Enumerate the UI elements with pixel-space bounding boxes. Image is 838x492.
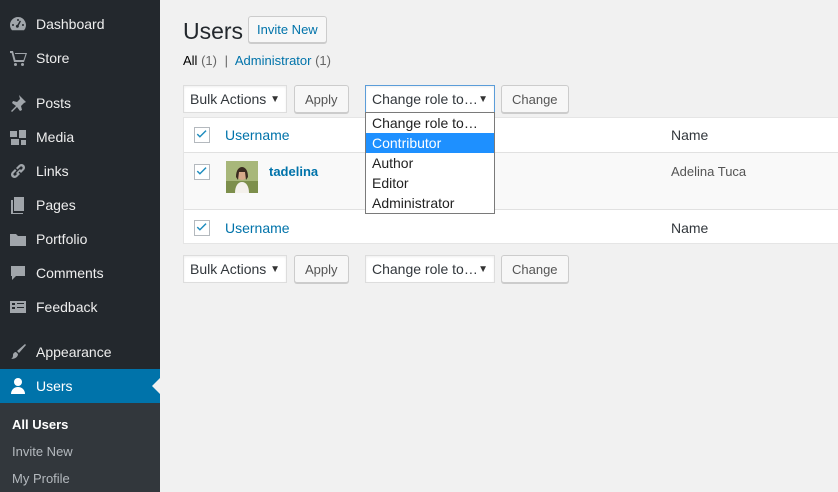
- name-column-footer: Name: [671, 220, 709, 236]
- row-checkbox[interactable]: [194, 164, 210, 180]
- apply-button-top[interactable]: Apply: [294, 85, 349, 113]
- select-all-checkbox[interactable]: [194, 127, 210, 143]
- username-column-header[interactable]: Username: [225, 127, 290, 143]
- media-icon: [0, 127, 36, 147]
- sidebar-item-media[interactable]: Media: [0, 120, 160, 154]
- sidebar-item-label: Posts: [36, 95, 72, 111]
- submenu-my-profile[interactable]: My Profile: [12, 471, 70, 486]
- sidebar-item-label: Users: [36, 378, 73, 394]
- sidebar-item-appearance[interactable]: Appearance: [0, 335, 160, 369]
- users-table: Username Name tadelina Adelina Tuca User…: [183, 117, 838, 244]
- sidebar-item-label: Pages: [36, 197, 76, 213]
- bulk-actions-select-bottom[interactable]: Bulk Actions ▼: [183, 255, 287, 283]
- cart-icon: [0, 48, 36, 68]
- invite-new-button[interactable]: Invite New: [248, 16, 327, 43]
- sidebar-item-label: Comments: [36, 265, 104, 281]
- submenu-invite-new[interactable]: Invite New: [12, 444, 73, 459]
- sidebar-item-store[interactable]: Store: [0, 41, 160, 75]
- sidebar-item-links[interactable]: Links: [0, 154, 160, 188]
- sidebar-item-label: Portfolio: [36, 231, 88, 247]
- sidebar-item-label: Appearance: [36, 344, 112, 360]
- change-role-select-top[interactable]: Change role to… ▼: [365, 85, 495, 113]
- sidebar-item-comments[interactable]: Comments: [0, 256, 160, 290]
- change-role-value: Change role to…: [372, 91, 478, 107]
- select-all-checkbox-footer[interactable]: [194, 220, 210, 236]
- username-column-footer[interactable]: Username: [225, 220, 290, 236]
- sidebar-item-dashboard[interactable]: Dashboard: [0, 7, 160, 41]
- username-link[interactable]: tadelina: [269, 164, 318, 179]
- chevron-down-icon: ▼: [270, 93, 280, 105]
- sidebar-item-label: Links: [36, 163, 69, 179]
- comment-icon: [0, 263, 36, 283]
- bulk-actions-value: Bulk Actions: [190, 91, 267, 107]
- filter-admin-count: (1): [315, 53, 331, 68]
- filter-all-link[interactable]: All: [183, 53, 197, 68]
- chevron-down-icon: ▼: [478, 263, 488, 275]
- filter-administrator-link[interactable]: Administrator: [235, 53, 312, 68]
- sidebar-item-posts[interactable]: Posts: [0, 86, 160, 120]
- table-header-row: Username Name: [184, 118, 838, 153]
- change-button-bottom[interactable]: Change: [501, 255, 569, 283]
- table-row: tadelina Adelina Tuca: [184, 153, 838, 209]
- sidebar-item-label: Media: [36, 129, 75, 145]
- filter-separator: |: [224, 53, 228, 68]
- role-option[interactable]: Change role to…: [366, 113, 494, 133]
- checkmark-icon: [196, 167, 207, 175]
- user-icon: [0, 376, 36, 396]
- sidebar-item-pages[interactable]: Pages: [0, 188, 160, 222]
- checkmark-icon: [196, 223, 207, 231]
- users-submenu: All Users Invite New My Profile: [0, 403, 160, 492]
- name-column-header: Name: [671, 127, 709, 143]
- apply-button-bottom[interactable]: Apply: [294, 255, 349, 283]
- role-dropdown-list: Change role to… Contributor Author Edito…: [365, 112, 495, 214]
- avatar: [226, 161, 258, 193]
- role-option[interactable]: Administrator: [366, 193, 494, 213]
- sidebar-item-feedback[interactable]: Feedback: [0, 290, 160, 324]
- link-icon: [0, 161, 36, 181]
- user-full-name: Adelina Tuca: [671, 164, 747, 179]
- bulk-actions-value: Bulk Actions: [190, 261, 267, 277]
- sidebar-item-label: Feedback: [36, 299, 98, 315]
- sidebar-item-label: Dashboard: [36, 16, 105, 32]
- sidebar-item-label: Store: [36, 50, 70, 66]
- chevron-down-icon: ▼: [270, 263, 280, 275]
- role-option-highlighted[interactable]: Contributor: [366, 133, 494, 153]
- brush-icon: [0, 342, 36, 362]
- folder-icon: [0, 229, 36, 249]
- change-role-select-bottom[interactable]: Change role to… ▼: [365, 255, 495, 283]
- checkmark-icon: [196, 130, 207, 138]
- role-option[interactable]: Author: [366, 153, 494, 173]
- filter-all-count: (1): [201, 53, 217, 68]
- bulk-actions-select-top[interactable]: Bulk Actions ▼: [183, 85, 287, 113]
- change-role-value: Change role to…: [372, 261, 478, 277]
- sidebar-item-portfolio[interactable]: Portfolio: [0, 222, 160, 256]
- role-option[interactable]: Editor: [366, 173, 494, 193]
- pages-icon: [0, 195, 36, 215]
- table-footer-row: Username Name: [184, 209, 838, 244]
- pin-icon: [0, 93, 36, 113]
- role-filter-links: All (1) | Administrator (1): [183, 53, 331, 68]
- chevron-down-icon: ▼: [478, 93, 488, 105]
- admin-sidebar: Dashboard Store Posts Media Links Pages …: [0, 0, 160, 492]
- dashboard-icon: [0, 14, 36, 34]
- page-title: Users: [183, 18, 244, 44]
- change-button-top[interactable]: Change: [501, 85, 569, 113]
- feedback-icon: [0, 297, 36, 317]
- sidebar-item-users[interactable]: Users: [0, 369, 160, 403]
- submenu-all-users[interactable]: All Users: [12, 417, 68, 432]
